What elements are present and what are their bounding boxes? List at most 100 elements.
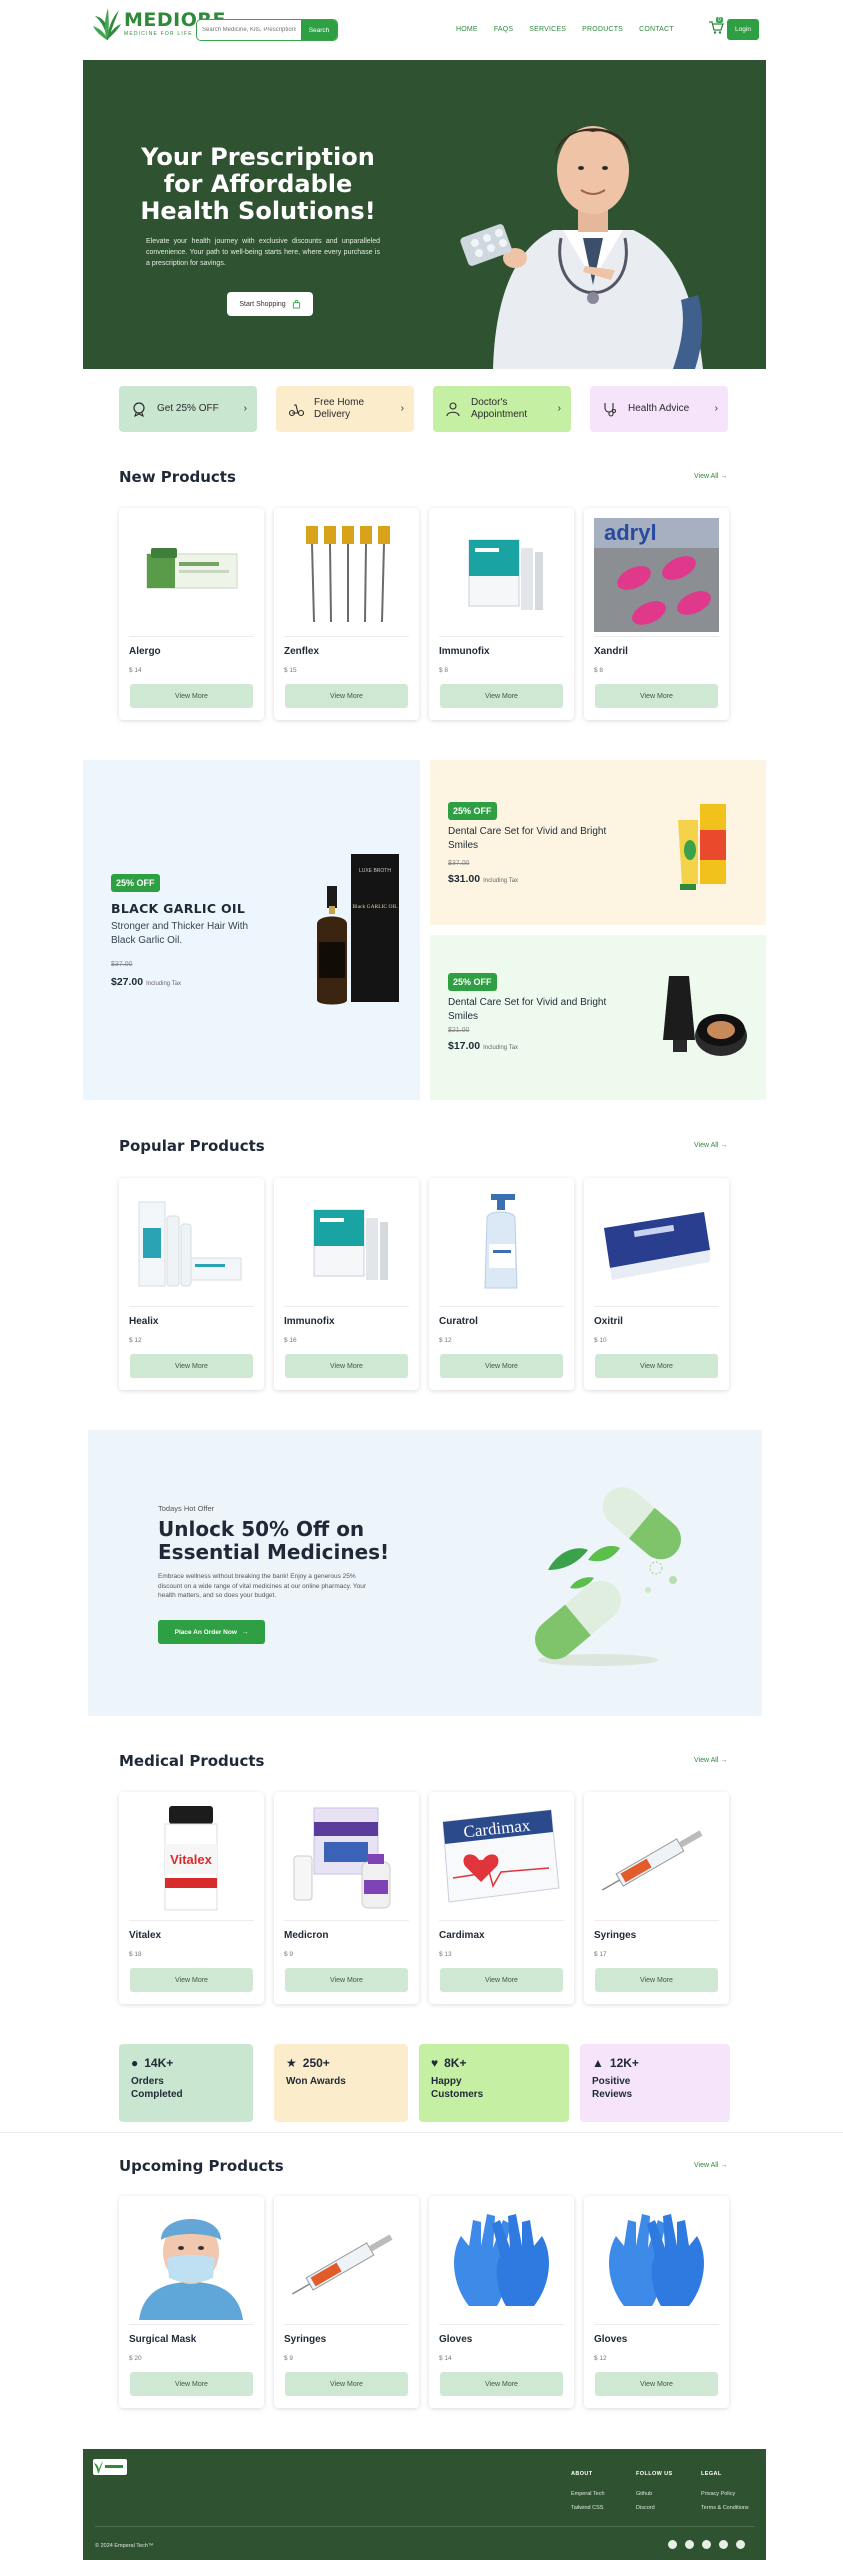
twitter-icon[interactable] (702, 2540, 711, 2549)
bottle-label-text: Black GARLIC OIL (352, 904, 398, 910)
view-all-link[interactable]: View All → (694, 2162, 727, 2169)
product-card[interactable]: Immunofix $ 16 View More (274, 1178, 419, 1390)
feature-card-delivery[interactable]: Free Home Delivery › (276, 386, 414, 432)
product-price: $ 9 (284, 1951, 294, 1958)
view-more-button[interactable]: View More (440, 2372, 563, 2396)
stat-value: 12K+ (609, 2056, 639, 2070)
promo-title: Dental Care Set for Vivid and Bright Smi… (448, 997, 607, 1022)
heart-icon: ♥ (431, 2056, 439, 2070)
footer-logo[interactable] (93, 2459, 127, 2475)
main-menu: HOME FAQS SERVICES PRODUCTS CONTACT (456, 26, 690, 33)
view-more-button[interactable]: View More (130, 1354, 253, 1378)
product-card[interactable]: Gloves $ 14 View More (429, 2196, 574, 2408)
view-more-button[interactable]: View More (130, 684, 253, 708)
footer-link[interactable]: Github (636, 2491, 652, 2497)
view-all-link[interactable]: View All → (694, 473, 727, 480)
search-input[interactable] (197, 20, 301, 40)
product-card[interactable]: adryl Xandril $ 8 View More (584, 508, 729, 720)
stat-card-reviews: ▲ 12K+ Positive Reviews (580, 2044, 730, 2122)
product-card[interactable]: Gloves $ 12 View More (584, 2196, 729, 2408)
view-more-button[interactable]: View More (285, 684, 408, 708)
dribbble-icon[interactable] (736, 2540, 745, 2549)
product-card[interactable]: Surgical Mask $ 20 View More (119, 2196, 264, 2408)
product-card[interactable]: Zenflex $ 15 View More (274, 508, 419, 720)
footer-link[interactable]: Privacy Policy (701, 2491, 735, 2497)
nav-faqs[interactable]: FAQS (494, 26, 513, 33)
footer-link[interactable]: Discord (636, 2505, 655, 2511)
product-image (284, 1188, 409, 1302)
view-all-link[interactable]: View All → (694, 1757, 727, 1764)
svg-text:adryl: adryl (604, 520, 657, 545)
hero-banner: Your Prescription for Affordable Health … (83, 60, 766, 369)
price-value: $31.00 (448, 873, 481, 885)
chevron-right-icon: › (243, 403, 247, 414)
github-icon[interactable] (719, 2540, 728, 2549)
search-button[interactable]: Search (301, 20, 337, 40)
view-all-link[interactable]: View All → (694, 1142, 727, 1149)
view-more-button[interactable]: View More (285, 2372, 408, 2396)
view-more-button[interactable]: View More (440, 684, 563, 708)
feature-card-advice[interactable]: Health Advice › (590, 386, 728, 432)
promo-card-dental-1[interactable]: 25% OFF Dental Care Set for Vivid and Br… (430, 760, 766, 925)
divider (284, 2324, 409, 2325)
view-more-button[interactable]: View More (130, 1968, 253, 1992)
product-card[interactable]: Curatrol $ 12 View More (429, 1178, 574, 1390)
footer-link[interactable]: Emperal Tech (571, 2491, 605, 2497)
product-card[interactable]: Medicron $ 9 View More (274, 1792, 419, 2004)
view-more-button[interactable]: View More (595, 1968, 718, 1992)
hero-text: Elevate your health journey with exclusi… (146, 238, 380, 267)
view-more-button[interactable]: View More (285, 1354, 408, 1378)
feature-label: Free Home Delivery (314, 397, 365, 420)
feature-card-discount[interactable]: Get 25% OFF › (119, 386, 257, 432)
view-more-button[interactable]: View More (440, 1968, 563, 1992)
product-card[interactable]: Cardimax Cardimax $ 13 View More (429, 1792, 574, 2004)
nav-services[interactable]: SERVICES (529, 26, 566, 33)
product-price: $ 8 (594, 667, 604, 674)
start-shopping-button[interactable]: Start Shopping (227, 292, 313, 316)
cart-count-badge: 0 (716, 17, 723, 23)
nav-home[interactable]: HOME (456, 26, 478, 33)
product-name: Immunofix (284, 1316, 335, 1327)
product-card[interactable]: Syringes $ 9 View More (274, 2196, 419, 2408)
chevron-right-icon: › (714, 403, 718, 414)
view-more-button[interactable]: View More (130, 2372, 253, 2396)
facebook-icon[interactable] (668, 2540, 677, 2549)
product-image (594, 1188, 719, 1302)
product-name: Curatrol (439, 1316, 478, 1327)
product-card[interactable]: Immunofix $ 8 View More (429, 508, 574, 720)
section-title-new-products: New Products (119, 468, 236, 486)
product-image: Cardimax (439, 1802, 564, 1916)
product-card[interactable]: Vitalex Vitalex $ 18 View More (119, 1792, 264, 2004)
stat-label: Orders Completed (131, 2076, 183, 2100)
feature-card-appointment[interactable]: Doctor's Appointment › (433, 386, 571, 432)
view-more-button[interactable]: View More (595, 2372, 718, 2396)
offer-text: Embrace wellness without breaking the ba… (158, 1573, 367, 1599)
promo-card-garlic-oil[interactable]: 25% OFF BLACK GARLIC OIL Stronger and Th… (83, 760, 420, 1100)
product-name: Surgical Mask (129, 2334, 197, 2345)
footer-link[interactable]: Terms & Conditions (701, 2505, 749, 2511)
product-name: Cardimax (439, 1930, 485, 1941)
nav-products[interactable]: PRODUCTS (582, 26, 623, 33)
product-name: Medicron (284, 1930, 329, 1941)
view-more-button[interactable]: View More (440, 1354, 563, 1378)
instagram-icon[interactable] (685, 2540, 694, 2549)
cart-button[interactable]: 0 (708, 17, 726, 37)
nav-contact[interactable]: CONTACT (639, 26, 674, 33)
footer-link[interactable]: Tailwind CSS (571, 2505, 603, 2511)
stat-card-customers: ♥ 8K+ Happy Customers (419, 2044, 569, 2122)
product-image (129, 518, 254, 632)
view-more-button[interactable]: View More (285, 1968, 408, 1992)
thumbs-up-icon: ▲ (592, 2056, 604, 2070)
view-more-button[interactable]: View More (595, 684, 718, 708)
login-button[interactable]: Login (727, 19, 759, 40)
place-order-button[interactable]: Place An Order Now → (158, 1620, 265, 1644)
toothpaste-image (678, 804, 726, 890)
product-card[interactable]: Healix $ 12 View More (119, 1178, 264, 1390)
product-card[interactable]: Alergo $ 14 View More (119, 508, 264, 720)
product-card[interactable]: Oxitril $ 10 View More (584, 1178, 729, 1390)
stat-card-orders: ● 14K+ Orders Completed (119, 2044, 253, 2122)
promo-card-dental-2[interactable]: 25% OFF Dental Care Set for Vivid and Br… (430, 935, 766, 1100)
product-card[interactable]: Syringes $ 17 View More (584, 1792, 729, 2004)
view-more-button[interactable]: View More (595, 1354, 718, 1378)
stat-label: Happy Customers (431, 2076, 484, 2100)
